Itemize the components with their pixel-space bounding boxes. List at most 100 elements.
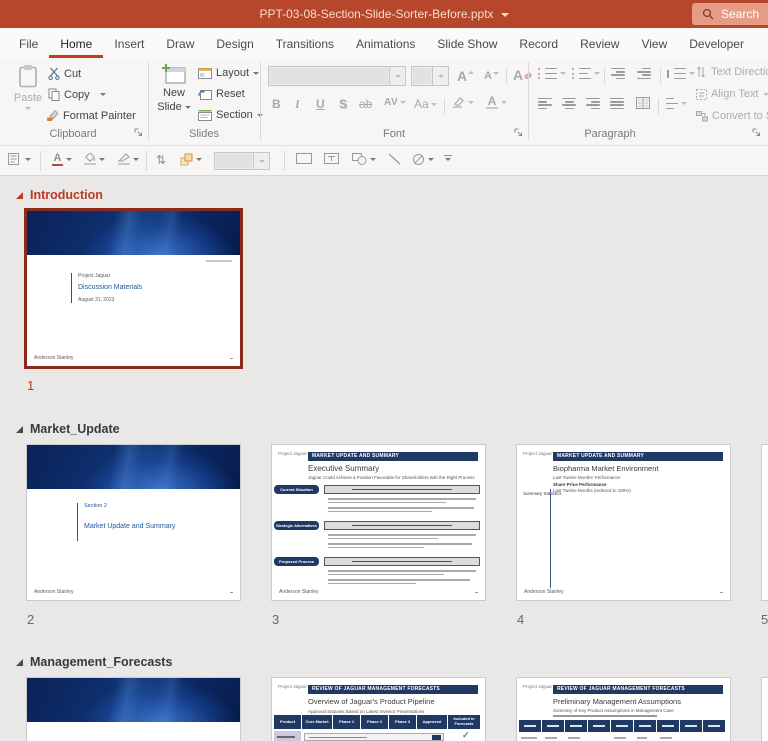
reset-button[interactable]: Reset (198, 88, 245, 100)
text-direction-button[interactable]: Text Directio (696, 66, 768, 78)
slide-thumbnail-4[interactable]: Project Jaguar MARKET UPDATE AND SUMMARY… (517, 445, 730, 600)
new-slide-button[interactable]: New Slide (154, 63, 194, 113)
document-title: PPT-03-08-Section-Slide-Sorter-Before.pp… (259, 7, 493, 21)
slide-thumbnail-6[interactable] (27, 678, 240, 741)
columns-button[interactable] (636, 97, 650, 109)
text-shadow-button[interactable]: S (339, 97, 347, 111)
clear-formatting-button[interactable]: A (513, 67, 532, 83)
section-header-management-forecasts[interactable]: Management_Forecasts (16, 655, 172, 669)
shapes-caret (370, 158, 376, 161)
separator (40, 151, 41, 171)
search-box[interactable]: Search (692, 3, 768, 25)
change-case-button[interactable]: Aa (414, 97, 437, 111)
tab-file[interactable]: File (8, 29, 49, 58)
italic-button[interactable]: I (295, 97, 300, 112)
slide1-confidential-stamp (206, 260, 232, 262)
shape-fill-button[interactable] (84, 153, 105, 165)
slide2-number-label: 2 (27, 612, 34, 627)
slide3-number-label: 3 (272, 612, 279, 627)
slide-thumbnail-8[interactable]: Project Jaguar REVIEW OF JAGUAR MANAGEME… (517, 678, 730, 741)
slide4-title: Biopharma Market Environment (553, 464, 658, 473)
line-shape-button[interactable] (388, 153, 401, 165)
paste-dropdown-caret (25, 107, 31, 110)
slide-thumbnail-7[interactable]: Project Jaguar REVIEW OF JAGUAR MANAGEME… (272, 678, 485, 741)
slide-thumbnail-3[interactable]: Project Jaguar MARKET UPDATE AND SUMMARY… (272, 445, 485, 600)
arrange-order-button[interactable] (180, 153, 202, 166)
document-title-area[interactable]: PPT-03-08-Section-Slide-Sorter-Before.pp… (0, 0, 768, 28)
decrease-indent-icon (611, 68, 625, 79)
paste-button[interactable]: Paste (10, 64, 46, 110)
convert-to-smartart-button[interactable]: Convert to S (696, 110, 768, 122)
bullets-button[interactable] (538, 68, 566, 79)
shrink-font-caret-icon (493, 72, 499, 75)
format-painter-button[interactable]: Format Painter (46, 109, 136, 122)
tab-record[interactable]: Record (508, 29, 569, 58)
toolbar-overflow-button[interactable] (444, 155, 452, 161)
cut-button[interactable]: Cut (48, 67, 81, 80)
font-name-combo[interactable] (268, 66, 406, 86)
underline-button[interactable]: U (316, 97, 325, 111)
bold-button[interactable]: B (272, 97, 281, 111)
tab-animations[interactable]: Animations (345, 29, 426, 58)
paragraph-panel-icon (8, 153, 22, 165)
text-box-button[interactable] (324, 153, 339, 164)
align-center-button[interactable] (562, 98, 576, 109)
slide3-pill-strategic-alternatives: Strategic Alternatives (274, 521, 319, 530)
section-button[interactable]: Section (198, 109, 263, 121)
decrease-font-size-button[interactable]: A (484, 70, 499, 82)
numbering-button[interactable] (572, 68, 600, 79)
align-right-button[interactable] (586, 98, 600, 109)
section-title: Introduction (30, 188, 103, 202)
tab-design[interactable]: Design (205, 29, 264, 58)
tab-home[interactable]: Home (49, 29, 103, 58)
font-color-button[interactable]: A (486, 96, 507, 109)
paragraph-dialog-launcher[interactable] (752, 128, 761, 137)
font-size-combo[interactable] (411, 66, 449, 86)
increase-font-size-button[interactable]: A (457, 68, 474, 84)
font-color-quick-icon: A (52, 153, 63, 166)
tab-slide-show[interactable]: Slide Show (426, 29, 508, 58)
justify-button[interactable] (610, 98, 624, 109)
paragraph-options-button[interactable] (8, 153, 31, 165)
tab-view[interactable]: View (630, 29, 678, 58)
font-dialog-launcher[interactable] (514, 128, 523, 137)
slide-thumbnail-1[interactable]: Project Jaguar Discussion Materials Augu… (27, 211, 240, 366)
layout-button[interactable]: Layout (198, 67, 259, 79)
decrease-indent-button[interactable] (611, 68, 625, 79)
align-left-button[interactable] (538, 98, 552, 109)
text-highlight-button[interactable] (452, 96, 474, 108)
character-spacing-button[interactable]: AV (384, 97, 406, 108)
shapes-gallery-button[interactable] (352, 153, 376, 165)
section-header-introduction[interactable]: Introduction (16, 188, 103, 202)
copy-button[interactable]: Copy (48, 88, 106, 101)
list-level-button[interactable] (666, 98, 687, 109)
slide-sorter-canvas[interactable]: Introduction Project Jaguar Discussion M… (0, 176, 768, 741)
tab-draw[interactable]: Draw (155, 29, 205, 58)
slide1-banner-graphic (27, 211, 240, 255)
slide-thumbnail-2[interactable]: Section 2 Market Update and Summary Ande… (27, 445, 240, 600)
quick-style-combo[interactable] (214, 152, 270, 170)
new-slide-caret (185, 106, 191, 109)
slide7-subtitle: Approval Statuses Based on Latest Invest… (308, 709, 424, 715)
sort-order-button[interactable]: ⇅ (156, 153, 166, 167)
slide3-page-number (475, 592, 478, 594)
increase-indent-button[interactable] (637, 68, 651, 79)
strikethrough-button[interactable]: ab (359, 97, 372, 111)
section-header-market-update[interactable]: Market_Update (16, 422, 120, 436)
tab-developer[interactable]: Developer (678, 29, 755, 58)
search-label: Search (721, 7, 759, 21)
tab-review[interactable]: Review (569, 29, 630, 58)
align-text-button[interactable]: Align Text (696, 88, 768, 100)
tab-transitions[interactable]: Transitions (265, 29, 345, 58)
slide-thumbnail-9[interactable] (762, 678, 768, 741)
shape-outline-button[interactable] (118, 153, 139, 165)
oval-shape-button[interactable] (412, 153, 434, 166)
tab-insert[interactable]: Insert (103, 29, 155, 58)
line-spacing-button[interactable] (667, 68, 695, 79)
rectangle-shape-button[interactable] (296, 153, 312, 164)
quick-style-caret (259, 160, 265, 163)
fill-bucket-icon (84, 153, 96, 165)
font-color-quick-button[interactable]: A (52, 153, 72, 166)
clipboard-dialog-launcher[interactable] (134, 128, 143, 137)
slide-thumbnail-5[interactable] (762, 445, 768, 600)
